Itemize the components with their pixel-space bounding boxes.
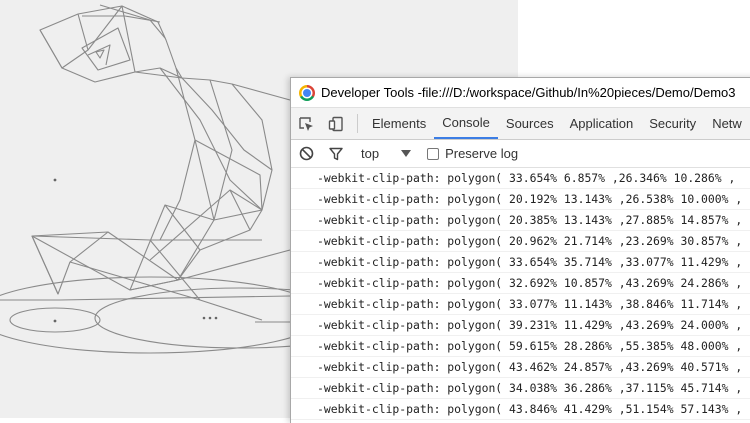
tab-elements[interactable]: Elements — [364, 108, 434, 139]
context-selector[interactable]: top — [361, 146, 412, 161]
tab-elements-label: Elements — [372, 116, 427, 131]
tab-sources[interactable]: Sources — [498, 108, 562, 139]
console-filterbar: top Preserve log — [291, 140, 750, 168]
inspect-element-button[interactable] — [291, 108, 321, 139]
toolbar-divider — [357, 114, 358, 133]
tab-application[interactable]: Application — [562, 108, 642, 139]
devtools-titlebar[interactable]: Developer Tools - file:///D:/workspace/G… — [291, 78, 750, 107]
dropdown-arrow-icon — [401, 149, 412, 157]
inspect-element-icon — [299, 116, 313, 131]
chrome-logo-icon — [299, 84, 315, 101]
console-line[interactable]: -webkit-clip-path: polygon( 20.962% 21.7… — [291, 231, 750, 252]
tab-security[interactable]: Security — [641, 108, 704, 139]
console-line[interactable]: -webkit-clip-path: polygon( 59.615% 28.2… — [291, 336, 750, 357]
tab-security-label: Security — [649, 116, 697, 131]
clear-console-button[interactable] — [291, 146, 321, 161]
clear-console-icon — [299, 146, 313, 161]
devtools-window[interactable]: Developer Tools - file:///D:/workspace/G… — [290, 77, 750, 423]
filter-button[interactable] — [321, 147, 351, 161]
device-toolbar-icon — [328, 116, 343, 131]
console-line[interactable]: -webkit-clip-path: polygon( 43.846% 41.4… — [291, 399, 750, 420]
filter-icon — [329, 147, 343, 160]
tab-sources-label: Sources — [505, 116, 554, 131]
device-toolbar-button[interactable] — [321, 108, 351, 139]
console-line[interactable]: -webkit-clip-path: polygon( 20.192% 13.1… — [291, 189, 750, 210]
console-line[interactable]: -webkit-clip-path: polygon( 33.077% 11.1… — [291, 294, 750, 315]
devtools-title-url: file:///D:/workspace/Github/In%20pieces/… — [421, 85, 736, 100]
tab-console[interactable]: Console — [434, 108, 498, 139]
console-line[interactable]: -webkit-clip-path: polygon( 33.654% 35.7… — [291, 252, 750, 273]
preserve-log-label: Preserve log — [445, 146, 519, 161]
tab-network[interactable]: Netw — [704, 108, 750, 139]
console-line[interactable]: -webkit-clip-path: polygon( 34.038% 36.2… — [291, 378, 750, 399]
tab-application-label: Application — [569, 116, 634, 131]
console-line[interactable]: -webkit-clip-path: polygon( 33.654% 6.85… — [291, 168, 750, 189]
context-selector-value: top — [361, 146, 380, 161]
console-line[interactable]: -webkit-clip-path: polygon( 43.462% 24.8… — [291, 357, 750, 378]
tab-network-label: Netw — [712, 116, 742, 131]
console-line[interactable]: -webkit-clip-path: polygon( 32.692% 10.8… — [291, 273, 750, 294]
tab-console-label: Console — [442, 115, 490, 130]
console-output[interactable]: -webkit-clip-path: polygon( 33.654% 6.85… — [291, 168, 750, 420]
devtools-tabbar: Elements Console Sources Application Sec… — [291, 107, 750, 140]
devtools-title-prefix: Developer Tools - — [321, 85, 422, 100]
console-line[interactable]: -webkit-clip-path: polygon( 20.385% 13.1… — [291, 210, 750, 231]
console-line[interactable]: -webkit-clip-path: polygon( 39.231% 11.4… — [291, 315, 750, 336]
preserve-log-checkbox[interactable] — [427, 147, 440, 160]
